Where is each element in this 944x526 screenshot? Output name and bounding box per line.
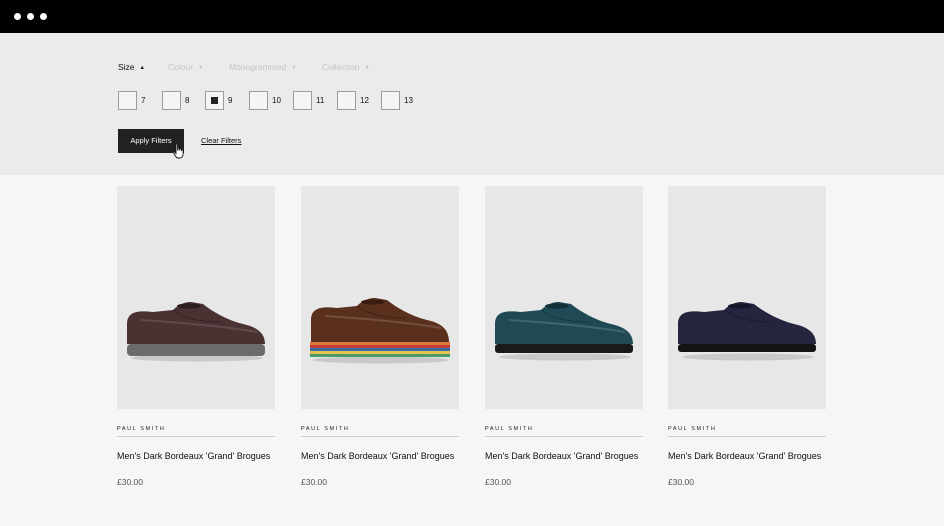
checkbox-check-mark xyxy=(211,97,218,104)
tab-monogrammed[interactable]: Monogrammed ▼ xyxy=(229,62,297,72)
clear-filters-link[interactable]: Clear Filters xyxy=(201,136,241,145)
product-name[interactable]: Men's Dark Bordeaux 'Grand' Brogues xyxy=(485,451,638,461)
size-label: 7 xyxy=(141,96,146,105)
tab-colour[interactable]: Colour ▼ xyxy=(168,62,204,72)
size-label: 12 xyxy=(360,96,369,105)
product-price: £30.00 xyxy=(117,477,143,487)
size-label: 9 xyxy=(228,96,233,105)
divider xyxy=(301,436,459,437)
shoe-image xyxy=(127,302,265,362)
divider xyxy=(117,436,275,437)
window-control-dot[interactable] xyxy=(14,13,21,20)
tab-collection[interactable]: Collection ▼ xyxy=(322,62,370,72)
product-price: £30.00 xyxy=(301,477,327,487)
product-card: PAUL SMITH Men's Dark Bordeaux 'Grand' B… xyxy=(668,186,826,496)
chevron-down-icon: ▼ xyxy=(198,65,204,71)
size-checkbox[interactable] xyxy=(337,91,356,110)
product-brand: PAUL SMITH xyxy=(485,426,534,432)
window-control-dot[interactable] xyxy=(40,13,47,20)
window-control-dot[interactable] xyxy=(27,13,34,20)
size-checkbox[interactable] xyxy=(381,91,400,110)
shoe-image xyxy=(495,302,633,361)
size-checkbox[interactable] xyxy=(162,91,181,110)
product-card: PAUL SMITH Men's Dark Bordeaux 'Grand' B… xyxy=(301,186,459,496)
divider xyxy=(485,436,643,437)
product-price: £30.00 xyxy=(485,477,511,487)
product-image[interactable] xyxy=(301,186,459,409)
product-card: PAUL SMITH Men's Dark Bordeaux 'Grand' B… xyxy=(117,186,275,496)
divider xyxy=(668,436,826,437)
product-brand: PAUL SMITH xyxy=(668,426,717,432)
product-name[interactable]: Men's Dark Bordeaux 'Grand' Brogues xyxy=(117,451,270,461)
size-checkbox[interactable] xyxy=(118,91,137,110)
product-brand: PAUL SMITH xyxy=(117,426,166,432)
product-brand: PAUL SMITH xyxy=(301,426,350,432)
product-image[interactable] xyxy=(485,186,643,409)
window-titlebar xyxy=(0,0,944,33)
size-label: 13 xyxy=(404,96,413,105)
chevron-down-icon: ▼ xyxy=(291,65,297,71)
shoe-image xyxy=(310,298,450,364)
product-name[interactable]: Men's Dark Bordeaux 'Grand' Brogues xyxy=(668,451,821,461)
product-image[interactable] xyxy=(668,186,826,409)
product-image[interactable] xyxy=(117,186,275,409)
chevron-up-icon: ▲ xyxy=(139,65,145,71)
chevron-down-icon: ▼ xyxy=(364,65,370,71)
size-checkbox-checked[interactable] xyxy=(205,91,224,110)
size-checkbox[interactable] xyxy=(249,91,268,110)
tab-size[interactable]: Size ▲ xyxy=(118,62,145,72)
product-card: PAUL SMITH Men's Dark Bordeaux 'Grand' B… xyxy=(485,186,643,496)
size-label: 8 xyxy=(185,96,190,105)
shoe-image xyxy=(678,302,816,361)
apply-filters-button[interactable]: Apply Filters xyxy=(118,129,184,153)
product-price: £30.00 xyxy=(668,477,694,487)
size-label: 11 xyxy=(316,96,325,105)
size-checkbox[interactable] xyxy=(293,91,312,110)
size-label: 10 xyxy=(272,96,281,105)
product-name[interactable]: Men's Dark Bordeaux 'Grand' Brogues xyxy=(301,451,454,461)
